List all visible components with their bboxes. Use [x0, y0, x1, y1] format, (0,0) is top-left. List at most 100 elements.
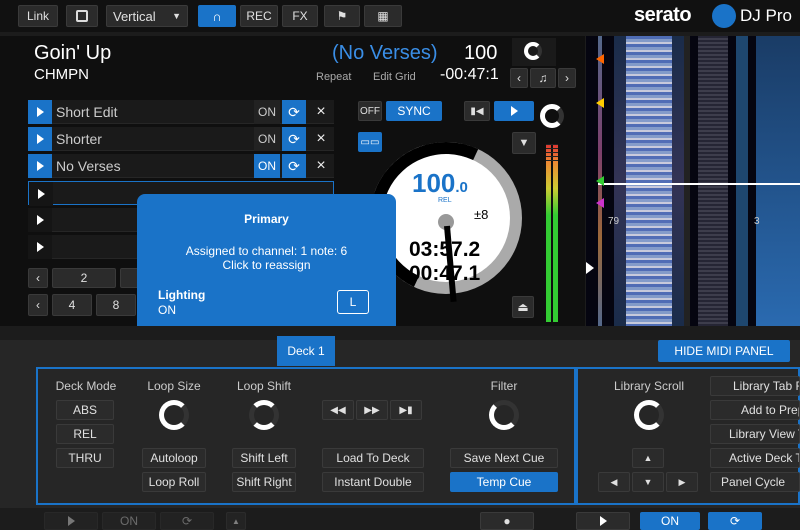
headphones-button[interactable]: ∩ [198, 5, 236, 27]
roll-prev-button[interactable]: ‹ [28, 294, 48, 316]
cue-play-button[interactable] [28, 127, 52, 151]
bottom-on-button-right[interactable]: ON [640, 512, 700, 530]
deck-tab[interactable]: Deck 1 [277, 336, 335, 366]
tooltip-reassign[interactable]: Click to reassign [137, 258, 396, 272]
censor-button[interactable]: ▼ [512, 132, 536, 154]
waveform-overview[interactable]: 79 3 [586, 36, 800, 326]
temp-cue-button[interactable]: Temp Cue [450, 472, 558, 492]
skip-forward-button[interactable]: ▶▮ [390, 400, 422, 420]
loop-pad-8[interactable]: 8 [96, 294, 136, 316]
library-scroll-knob[interactable] [634, 400, 664, 430]
headphones-icon: ∩ [212, 8, 222, 24]
camera-button[interactable] [66, 5, 98, 27]
instant-double-button[interactable]: Instant Double [322, 472, 424, 492]
cue-on-button[interactable]: ON [254, 127, 280, 151]
cue-row[interactable]: Shorter ON ⟳ × [28, 127, 334, 151]
library-up-button[interactable]: ▲ [632, 448, 664, 468]
cue-play-button[interactable] [28, 208, 52, 232]
deck-mode-thru[interactable]: THRU [56, 448, 114, 468]
rewind-button[interactable]: ◀◀ [322, 400, 354, 420]
add-to-prep-button[interactable]: Add to Prep [710, 400, 800, 420]
active-deck-button[interactable]: Active Deck T [710, 448, 800, 468]
sampler-button[interactable]: ⚑ [324, 5, 360, 27]
cue-play-button[interactable] [29, 182, 53, 206]
sync-off-button[interactable]: OFF [358, 101, 382, 121]
tooltip-lighting-label: Lighting [158, 288, 206, 302]
cue-close-button[interactable]: × [310, 100, 332, 124]
deck-mode-abs[interactable]: ABS [56, 400, 114, 420]
dot-icon: ● [503, 514, 511, 528]
filter-label: Filter [490, 379, 518, 393]
edit-grid-label[interactable]: Edit Grid [373, 71, 416, 83]
loop-shift-label: Loop Shift [236, 379, 292, 393]
autoloop-button[interactable]: Autoloop [142, 448, 206, 468]
cue-row[interactable]: Short Edit ON ⟳ × [28, 100, 334, 124]
eject-button[interactable]: ⏏ [512, 296, 534, 318]
repeat-icon: ⟳ [288, 157, 300, 174]
next-button[interactable]: › [558, 68, 576, 88]
sync-button[interactable]: SYNC [386, 101, 442, 121]
panel-cycle-button[interactable]: Panel Cycle [710, 472, 800, 492]
play-icon [36, 107, 44, 117]
key-button[interactable]: ♫ [530, 68, 556, 88]
cue-close-button[interactable]: × [310, 127, 332, 151]
rec-button[interactable]: REC [240, 5, 278, 27]
loop-pad-4[interactable]: 4 [52, 294, 92, 316]
bottom-up-button[interactable]: ▲ [226, 512, 246, 530]
bottom-play-button-right[interactable] [576, 512, 630, 530]
loop-pad-2[interactable]: 2 [52, 268, 116, 288]
prev-button[interactable]: ‹ [510, 68, 528, 88]
save-next-cue-button[interactable]: Save Next Cue [450, 448, 558, 468]
loop-size-knob[interactable] [159, 400, 189, 430]
cue-repeat-button[interactable]: ⟳ [282, 154, 306, 178]
bottom-record-button[interactable]: ● [480, 512, 534, 530]
cue-marker-orange [596, 54, 604, 64]
library-right-button[interactable]: ▶ [666, 472, 698, 492]
slip-button[interactable]: ▭▭ [358, 132, 382, 152]
link-button[interactable]: Link [18, 5, 58, 27]
library-left-button[interactable]: ◀ [598, 472, 630, 492]
pitch-knob[interactable] [540, 104, 564, 128]
cue-play-button[interactable] [28, 235, 52, 259]
deck-knob-area[interactable] [512, 38, 556, 66]
library-down-button[interactable]: ▼ [632, 472, 664, 492]
cue-close-button[interactable]: × [310, 154, 332, 178]
bottom-play-button[interactable] [44, 512, 98, 530]
time-remaining: 00:47.1 [409, 262, 481, 285]
load-to-deck-button[interactable]: Load To Deck [322, 448, 424, 468]
dropdown-icon: ▼ [172, 11, 181, 21]
filter-knob[interactable] [489, 400, 519, 430]
fx-button[interactable]: FX [282, 5, 318, 27]
cue-play-button[interactable] [28, 154, 52, 178]
cue-repeat-button[interactable]: ⟳ [282, 100, 306, 124]
bottom-on-button[interactable]: ON [102, 512, 156, 530]
platter-bpm: 100.0 [412, 168, 468, 199]
cue-row[interactable]: No Verses ON ⟳ × [28, 154, 334, 178]
loop-prev-button[interactable]: ‹ [28, 268, 48, 288]
cue-on-button[interactable]: ON [254, 100, 280, 124]
fast-forward-button[interactable]: ▶▶ [356, 400, 388, 420]
gain-knob[interactable] [524, 42, 542, 60]
video-button[interactable]: ▦ [364, 5, 402, 27]
loop-shift-knob[interactable] [249, 400, 279, 430]
library-view-button[interactable]: Library View T [710, 424, 800, 444]
play-icon [36, 161, 44, 171]
hide-midi-panel-button[interactable]: HIDE MIDI PANEL [658, 340, 790, 362]
cue-on-button[interactable]: ON [254, 154, 280, 178]
shift-left-button[interactable]: Shift Left [232, 448, 296, 468]
deck-play-button[interactable] [494, 101, 534, 121]
rewind-icon: ◀◀ [330, 404, 346, 416]
cue-play-button[interactable] [28, 100, 52, 124]
cue-back-button[interactable]: ▮◀ [464, 101, 490, 121]
deck-mode-rel[interactable]: REL [56, 424, 114, 444]
library-tab-button[interactable]: Library Tab F [710, 376, 800, 396]
bottom-repeat-button[interactable]: ⟳ [160, 512, 214, 530]
loop-roll-button[interactable]: Loop Roll [142, 472, 206, 492]
tooltip-key-button[interactable]: L [337, 290, 369, 314]
shift-right-button[interactable]: Shift Right [232, 472, 296, 492]
playhead-line [598, 183, 800, 185]
cue-repeat-button[interactable]: ⟳ [282, 127, 306, 151]
bottom-repeat-button-right[interactable]: ⟳ [708, 512, 762, 530]
layout-select[interactable]: Vertical ▼ [106, 5, 188, 27]
repeat-label[interactable]: Repeat [316, 71, 351, 83]
